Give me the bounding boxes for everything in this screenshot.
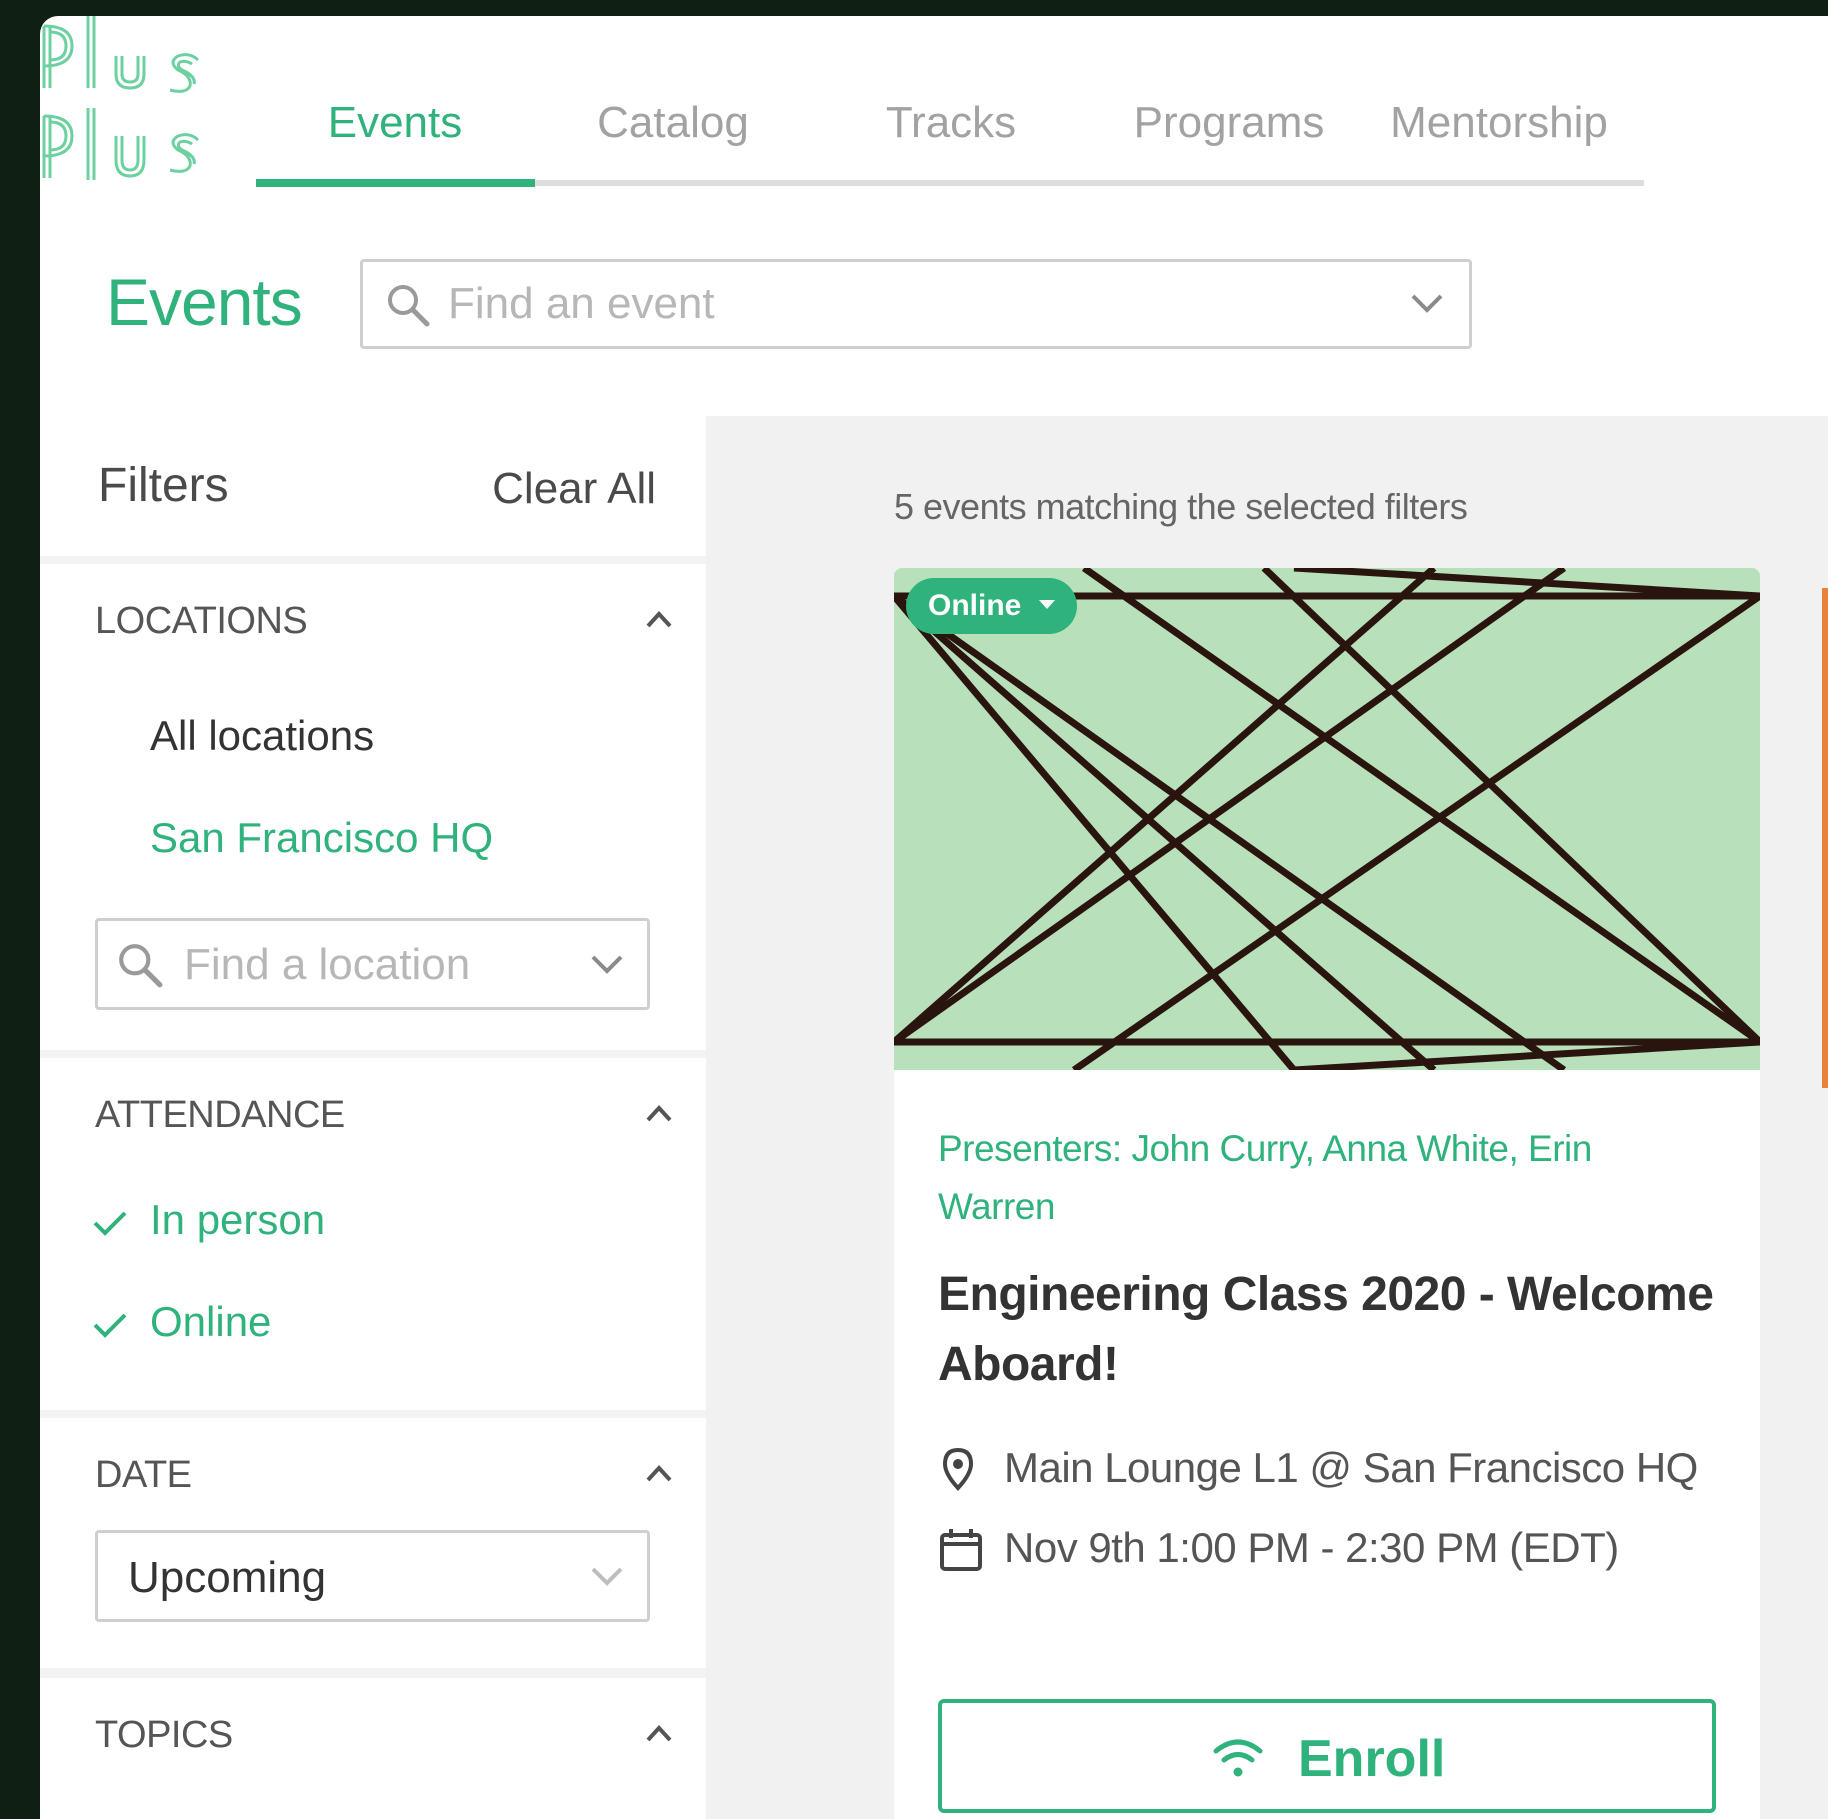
date-title: DATE [95, 1454, 192, 1496]
event-search-input[interactable] [448, 272, 1348, 336]
active-tab-indicator [256, 179, 535, 187]
enroll-button[interactable]: Enroll [938, 1699, 1716, 1813]
date-select-value: Upcoming [128, 1553, 327, 1602]
tab-programs[interactable]: Programs [1090, 98, 1368, 148]
location-option-sf-hq[interactable]: San Francisco HQ [150, 814, 493, 862]
event-search-field[interactable] [360, 259, 1472, 349]
filters-header: Filters Clear All [40, 416, 706, 556]
map-pin-icon [942, 1447, 974, 1491]
tab-events[interactable]: Events [256, 98, 534, 148]
event-image [894, 568, 1760, 1070]
tab-catalog[interactable]: Catalog [534, 98, 812, 148]
attendance-title: ATTENDANCE [95, 1094, 345, 1136]
result-count: 5 events matching the selected filters [894, 486, 1468, 527]
chevron-up-icon[interactable] [644, 608, 674, 630]
chevron-down-icon[interactable] [1409, 288, 1445, 318]
calendar-icon [940, 1529, 982, 1571]
badge-wifi-icon [1039, 600, 1056, 609]
event-title[interactable]: Engineering Class 2020 - Welcome Aboard! [938, 1260, 1728, 1400]
locations-title: LOCATIONS [95, 600, 308, 642]
checkmark-icon[interactable] [92, 1310, 128, 1340]
date-section: DATE Upcoming [40, 1418, 706, 1668]
chevron-up-icon[interactable] [644, 1462, 674, 1484]
chevron-down-icon[interactable] [589, 1561, 625, 1591]
results-panel: 5 events matching the selected filters O… [706, 416, 1828, 1819]
filters-title: Filters [98, 459, 229, 512]
app-window: Events Catalog Tracks Programs Mentorshi… [40, 16, 1828, 1819]
chevron-down-icon[interactable] [589, 949, 625, 979]
event-location-text: Main Lounge L1 @ San Francisco HQ [1004, 1444, 1698, 1491]
event-card[interactable]: Online Presenters: John Curry, Anna Whit… [894, 568, 1760, 1819]
event-datetime-text: Nov 9th 1:00 PM - 2:30 PM (EDT) [1004, 1524, 1619, 1571]
chevron-up-icon[interactable] [644, 1722, 674, 1744]
attendance-option-online[interactable]: Online [150, 1298, 271, 1346]
tab-mentorship[interactable]: Mentorship [1360, 98, 1638, 148]
checkmark-icon[interactable] [92, 1208, 128, 1238]
enroll-label: Enroll [1298, 1730, 1446, 1788]
wifi-icon [1213, 1739, 1263, 1777]
tab-tracks[interactable]: Tracks [812, 98, 1090, 148]
location-search-field[interactable] [95, 918, 650, 1010]
online-badge: Online [906, 578, 1078, 634]
page-title: Events [106, 265, 303, 339]
filters-sidebar: Filters Clear All LOCATIONS All location… [40, 416, 706, 1819]
location-search-input[interactable] [184, 933, 564, 997]
date-select[interactable]: Upcoming [95, 1530, 650, 1622]
topics-section: TOPICS [40, 1678, 706, 1819]
chevron-up-icon[interactable] [644, 1102, 674, 1124]
event-presenters: Presenters: John Curry, Anna White, Erin… [938, 1128, 1592, 1227]
top-nav: Events Catalog Tracks Programs Mentorshi… [40, 16, 1828, 194]
clear-all-button[interactable]: Clear All [492, 464, 656, 514]
plus-plus-logo[interactable] [40, 16, 240, 191]
next-card-edge [1822, 588, 1828, 1088]
location-option-all[interactable]: All locations [150, 712, 374, 760]
badge-label: Online [928, 589, 1022, 622]
attendance-option-in-person[interactable]: In person [150, 1196, 325, 1244]
search-icon [119, 944, 163, 988]
topics-title: TOPICS [95, 1714, 233, 1756]
attendance-section: ATTENDANCE In person Online [40, 1058, 706, 1410]
search-icon [388, 285, 430, 327]
locations-section: LOCATIONS All locations San Francisco HQ [40, 564, 706, 1050]
